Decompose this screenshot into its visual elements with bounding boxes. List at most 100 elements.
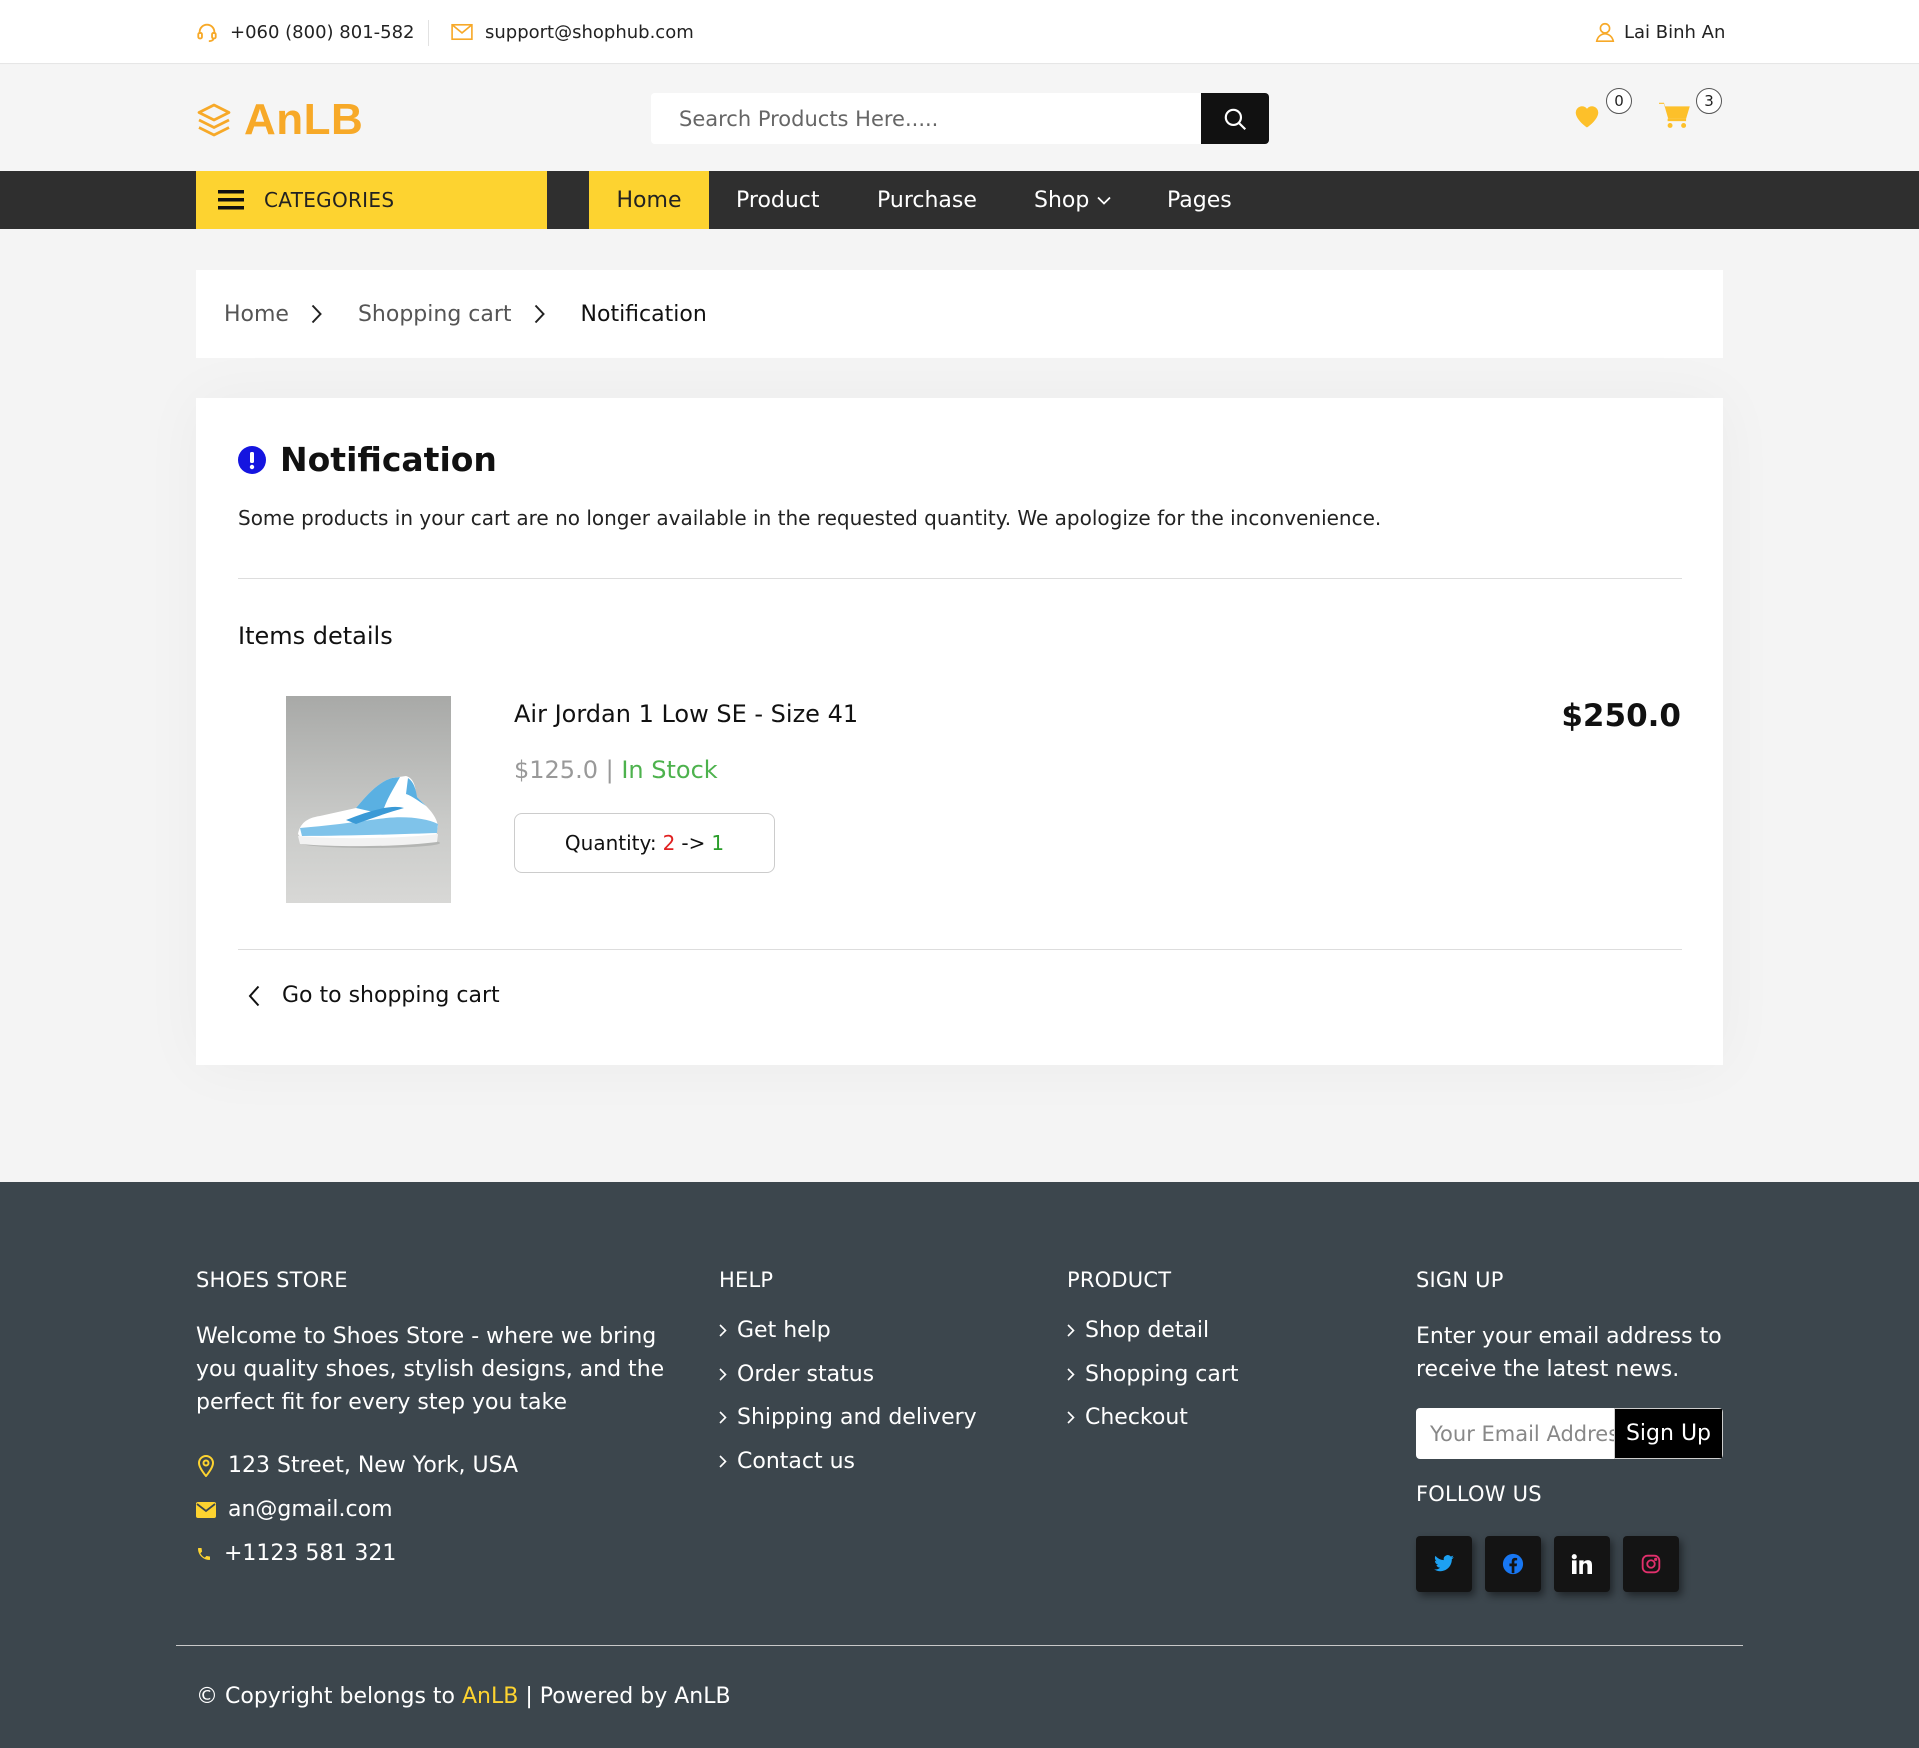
chevron-right-icon	[719, 1455, 727, 1468]
footer-signup-heading: SIGN UP	[1416, 1268, 1504, 1292]
wishlist-count-badge: 0	[1606, 88, 1632, 114]
facebook-button[interactable]	[1485, 1536, 1541, 1592]
nav-shop[interactable]: Shop	[1034, 171, 1111, 229]
nav-shop-label: Shop	[1034, 187, 1090, 213]
instagram-button[interactable]	[1623, 1536, 1679, 1592]
copyright-prefix: © Copyright belongs to	[196, 1684, 462, 1709]
footer-link-contact[interactable]: Contact us	[719, 1449, 855, 1474]
phone-icon	[196, 1546, 212, 1562]
quantity-change-box: Quantity: 2 -> 1	[514, 813, 775, 873]
cart-icon	[1659, 101, 1691, 129]
footer-store-heading: SHOES STORE	[196, 1268, 348, 1292]
quantity-old: 2	[662, 831, 676, 855]
site-header: AnLB 0 3	[0, 65, 1919, 171]
heart-icon	[1572, 101, 1602, 129]
cart-count-badge: 3	[1696, 88, 1722, 114]
envelope-icon	[451, 23, 473, 41]
notification-message: Some products in your cart are no longer…	[238, 506, 1382, 530]
chevron-right-icon	[311, 304, 322, 324]
footer-product-heading: PRODUCT	[1067, 1268, 1172, 1292]
chevron-right-icon	[719, 1368, 727, 1381]
follow-us-heading: FOLLOW US	[1416, 1482, 1542, 1506]
categories-button[interactable]: CATEGORIES	[196, 171, 547, 229]
footer-help-heading: HELP	[719, 1268, 774, 1292]
search-input[interactable]	[651, 93, 1201, 144]
chevron-right-icon	[1067, 1368, 1075, 1381]
product-name[interactable]: Air Jordan 1 Low SE - Size 41	[514, 700, 858, 728]
topbar-user[interactable]: Lai Binh An	[1594, 0, 1725, 64]
main-nav: CATEGORIES Home Product Purchase Shop Pa…	[0, 171, 1919, 229]
topbar-email[interactable]: support@shophub.com	[451, 0, 694, 64]
search-button[interactable]	[1201, 93, 1269, 144]
map-pin-icon	[196, 1454, 216, 1477]
footer-link-checkout[interactable]: Checkout	[1067, 1405, 1188, 1430]
top-bar: +060 (800) 801-582 support@shophub.com L…	[0, 0, 1919, 64]
nav-pages[interactable]: Pages	[1167, 171, 1232, 229]
nav-home[interactable]: Home	[589, 171, 709, 229]
user-icon	[1594, 21, 1616, 43]
nav-purchase[interactable]: Purchase	[877, 171, 977, 229]
footer-link-shipping[interactable]: Shipping and delivery	[719, 1405, 977, 1430]
go-to-cart-link[interactable]: Go to shopping cart	[238, 983, 500, 1008]
facebook-icon	[1502, 1553, 1524, 1575]
site-footer: SHOES STORE Welcome to Shoes Store - whe…	[0, 1182, 1919, 1748]
linkedin-icon	[1571, 1554, 1593, 1574]
chevron-right-icon	[719, 1411, 727, 1424]
chevron-right-icon	[1067, 1324, 1075, 1337]
footer-link-shopping-cart[interactable]: Shopping cart	[1067, 1362, 1239, 1387]
twitter-icon	[1433, 1555, 1455, 1573]
footer-signup-text: Enter your email address to receive the …	[1416, 1324, 1722, 1382]
newsletter-form: Sign Up	[1416, 1408, 1723, 1459]
footer-link-label: Shop detail	[1085, 1318, 1210, 1343]
newsletter-email-input[interactable]	[1416, 1408, 1614, 1459]
instagram-icon	[1641, 1554, 1661, 1574]
items-details-title: Items details	[238, 622, 393, 650]
chevron-right-icon	[1067, 1411, 1075, 1424]
footer-link-label: Get help	[737, 1318, 831, 1343]
chevron-left-icon	[248, 985, 260, 1007]
divider	[238, 949, 1682, 950]
footer-phone[interactable]: +1123 581 321	[196, 1541, 396, 1566]
topbar-user-name: Lai Binh An	[1624, 21, 1726, 43]
footer-address: 123 Street, New York, USA	[196, 1453, 518, 1478]
stock-status: In Stock	[621, 756, 718, 784]
breadcrumb: Home Shopping cart Notification	[196, 270, 1723, 358]
footer-phone-text: +1123 581 321	[224, 1541, 397, 1566]
categories-label: CATEGORIES	[264, 188, 395, 212]
copyright-brand-link[interactable]: AnLB	[462, 1684, 518, 1709]
chevron-down-icon	[1097, 196, 1111, 205]
footer-link-label: Shopping cart	[1085, 1362, 1239, 1387]
footer-email-text: an@gmail.com	[228, 1497, 393, 1522]
footer-link-order-status[interactable]: Order status	[719, 1362, 874, 1387]
footer-link-shop-detail[interactable]: Shop detail	[1067, 1318, 1209, 1343]
footer-link-get-help[interactable]: Get help	[719, 1318, 831, 1343]
product-unit-price: $125.0	[514, 756, 598, 784]
item-total: $250.0	[1561, 698, 1681, 734]
signup-button[interactable]: Sign Up	[1614, 1408, 1723, 1459]
notification-card: Notification Some products in your cart …	[196, 398, 1723, 1065]
quantity-arrow: ->	[681, 831, 706, 855]
quantity-label: Quantity:	[564, 831, 657, 855]
site-logo[interactable]: AnLB	[196, 95, 363, 145]
hamburger-icon	[218, 189, 244, 211]
footer-address-text: 123 Street, New York, USA	[228, 1453, 519, 1478]
exclamation-circle-icon	[238, 445, 266, 474]
footer-store-description: Welcome to Shoes Store - where we bring …	[196, 1324, 665, 1415]
envelope-icon	[196, 1501, 216, 1518]
nav-product[interactable]: Product	[736, 171, 820, 229]
breadcrumb-home[interactable]: Home	[224, 302, 289, 327]
breadcrumb-shopping-cart[interactable]: Shopping cart	[358, 302, 512, 327]
layers-icon	[196, 102, 232, 138]
footer-link-label: Checkout	[1085, 1405, 1188, 1430]
footer-email[interactable]: an@gmail.com	[196, 1497, 393, 1522]
topbar-divider	[428, 20, 429, 46]
product-image[interactable]	[286, 696, 451, 903]
footer-link-label: Shipping and delivery	[737, 1405, 977, 1430]
headset-icon	[196, 21, 218, 43]
topbar-phone[interactable]: +060 (800) 801-582	[196, 0, 415, 64]
footer-link-label: Order status	[737, 1362, 875, 1387]
divider	[238, 578, 1682, 579]
twitter-button[interactable]	[1416, 1536, 1472, 1592]
chevron-right-icon	[719, 1324, 727, 1337]
linkedin-button[interactable]	[1554, 1536, 1610, 1592]
